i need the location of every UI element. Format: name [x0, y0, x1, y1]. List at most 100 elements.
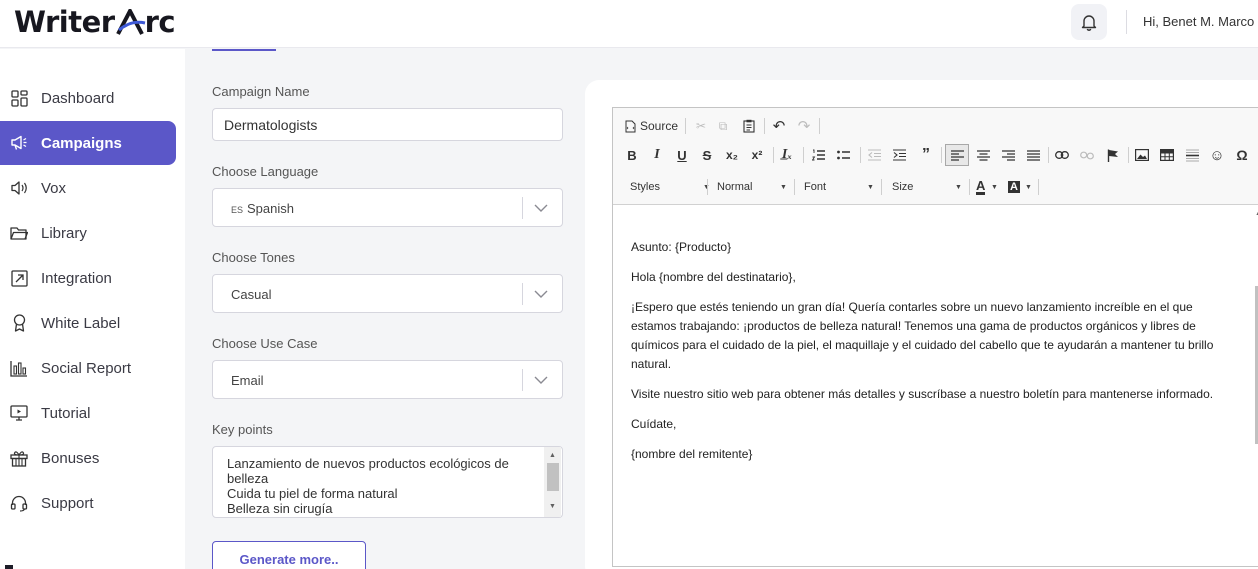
text-color-icon: A [976, 177, 986, 195]
italic-icon: I [654, 147, 660, 162]
unlink-button[interactable] [1078, 145, 1096, 165]
chevron-down-icon [534, 204, 548, 212]
blockquote-button[interactable]: ” [917, 145, 935, 165]
toolbar-separator [773, 147, 774, 163]
horizontal-line-button[interactable] [1183, 145, 1201, 165]
underline-button[interactable]: U [674, 145, 690, 165]
align-center-button[interactable] [974, 145, 992, 165]
chevron-down-icon [534, 376, 548, 384]
tones-label: Choose Tones [212, 250, 295, 265]
rich-text-editor: Source ✂ ⧉ ↶ ↷ B I U S x₂ x² I̲ₓ ” ☺ Ω S… [612, 107, 1258, 567]
sidebar-item-campaigns[interactable]: Campaigns [0, 121, 176, 165]
bulleted-list-button[interactable] [834, 145, 852, 165]
numbered-list-button[interactable] [809, 145, 827, 165]
subscript-button[interactable]: x₂ [723, 145, 741, 165]
bar-chart-icon [10, 359, 28, 377]
bell-icon [1081, 15, 1097, 31]
headset-icon [10, 494, 28, 512]
editor-content[interactable]: Asunto: {Producto} Hola {nombre del dest… [631, 238, 1241, 475]
source-doc-icon [625, 120, 636, 132]
sidebar-item-label: Campaigns [41, 134, 122, 152]
use-case-select[interactable]: Email [212, 360, 563, 399]
sidebar-item-integration[interactable]: Integration [0, 256, 176, 300]
paste-icon [743, 119, 755, 133]
link-button[interactable] [1053, 145, 1071, 165]
source-button[interactable]: Source [625, 116, 678, 136]
user-greeting[interactable]: Hi, Benet M. Marco [1143, 14, 1254, 29]
italic-button[interactable]: I [649, 145, 665, 165]
decrease-indent-button[interactable] [865, 145, 883, 165]
quote-icon: ” [922, 146, 930, 163]
styles-dropdown[interactable]: Styles ▼ [625, 177, 710, 197]
language-select[interactable]: ES Spanish [212, 188, 563, 227]
text-color-button[interactable]: A ▼ [976, 177, 1002, 197]
email-greeting: Hola {nombre del destinatario}, [631, 270, 796, 284]
remove-format-button[interactable]: I̲ₓ [778, 145, 796, 165]
campaign-name-input[interactable]: Dermatologists [212, 108, 563, 141]
speaker-icon [10, 179, 28, 197]
dropdown-arrow-icon: ▼ [867, 183, 874, 191]
scroll-up-arrow-icon[interactable]: ▲ [549, 452, 556, 459]
align-left-button[interactable] [945, 144, 969, 166]
scrollbar-thumb[interactable] [547, 463, 559, 491]
dropdown-arrow-icon: ▼ [955, 183, 962, 191]
sidebar-item-support[interactable]: Support [0, 481, 176, 525]
table-icon [1160, 149, 1174, 161]
special-char-button[interactable]: Ω [1233, 145, 1251, 165]
sidebar-item-library[interactable]: Library [0, 211, 176, 255]
increase-indent-button[interactable] [890, 145, 908, 165]
campaign-name-label: Campaign Name [212, 84, 310, 99]
unlink-icon [1080, 151, 1094, 159]
email-subject: Asunto: {Producto} [631, 240, 732, 254]
generate-more-button[interactable]: Generate more.. [212, 541, 366, 569]
sidebar-item-vox[interactable]: Vox [0, 166, 176, 210]
align-left-icon [950, 149, 964, 161]
key-points-textarea[interactable]: Lanzamiento de nuevos productos ecológic… [212, 446, 563, 518]
tones-select[interactable]: Casual [212, 274, 563, 313]
smiley-button[interactable]: ☺ [1208, 145, 1226, 165]
bulleted-list-icon [836, 150, 850, 160]
sidebar-item-label: Support [41, 494, 94, 512]
scroll-down-arrow-icon[interactable]: ▼ [549, 503, 556, 510]
sidebar-item-label: Bonuses [41, 449, 100, 467]
email-body-paragraph: Visite nuestro sitio web para obtener má… [631, 387, 1214, 401]
sidebar: Dashboard Campaigns Vox Library Integrat… [0, 49, 185, 569]
format-dropdown[interactable]: Normal ▼ [712, 177, 792, 197]
sidebar-item-tutorial[interactable]: Tutorial [0, 391, 176, 435]
smiley-icon: ☺ [1209, 146, 1225, 164]
sidebar-item-social-report[interactable]: Social Report [0, 346, 176, 390]
sidebar-item-dashboard[interactable]: Dashboard [0, 76, 176, 120]
email-signoff: Cuídate, [631, 417, 677, 431]
align-right-button[interactable] [999, 145, 1017, 165]
writerarc-logo[interactable]: Writer rc [14, 5, 176, 39]
dropdown-arrow-icon: ▼ [991, 183, 998, 191]
redo-button[interactable]: ↷ [795, 116, 813, 136]
sidebar-item-white-label[interactable]: White Label [0, 301, 176, 345]
notifications-button[interactable] [1071, 4, 1107, 40]
editor-scrollbar[interactable]: ▲ [1251, 206, 1258, 568]
cut-button[interactable]: ✂ [693, 116, 709, 136]
anchor-button[interactable] [1104, 145, 1122, 165]
justify-button[interactable] [1024, 145, 1042, 165]
font-dropdown[interactable]: Font ▼ [799, 177, 879, 197]
scissors-icon: ✂ [695, 119, 707, 133]
bold-button[interactable]: B [624, 145, 640, 165]
size-dropdown[interactable]: Size ▼ [887, 177, 967, 197]
copy-button[interactable]: ⧉ [715, 116, 731, 136]
strikethrough-button[interactable]: S [699, 145, 715, 165]
select-divider [522, 369, 523, 391]
background-color-button[interactable]: A ▼ [1008, 177, 1036, 197]
key-points-scrollbar[interactable]: ▲ ▼ [544, 447, 561, 517]
undo-button[interactable]: ↶ [770, 116, 788, 136]
sidebar-item-label: Dashboard [41, 89, 115, 107]
sidebar-item-label: Tutorial [41, 404, 91, 422]
toolbar-separator [1128, 147, 1129, 163]
align-center-icon [976, 149, 990, 161]
paste-button[interactable] [740, 116, 758, 136]
outdent-icon [867, 149, 881, 161]
sidebar-partial-icon [5, 565, 13, 569]
superscript-button[interactable]: x² [748, 145, 766, 165]
sidebar-item-bonuses[interactable]: Bonuses [0, 436, 176, 480]
table-button[interactable] [1158, 145, 1176, 165]
image-button[interactable] [1133, 145, 1151, 165]
